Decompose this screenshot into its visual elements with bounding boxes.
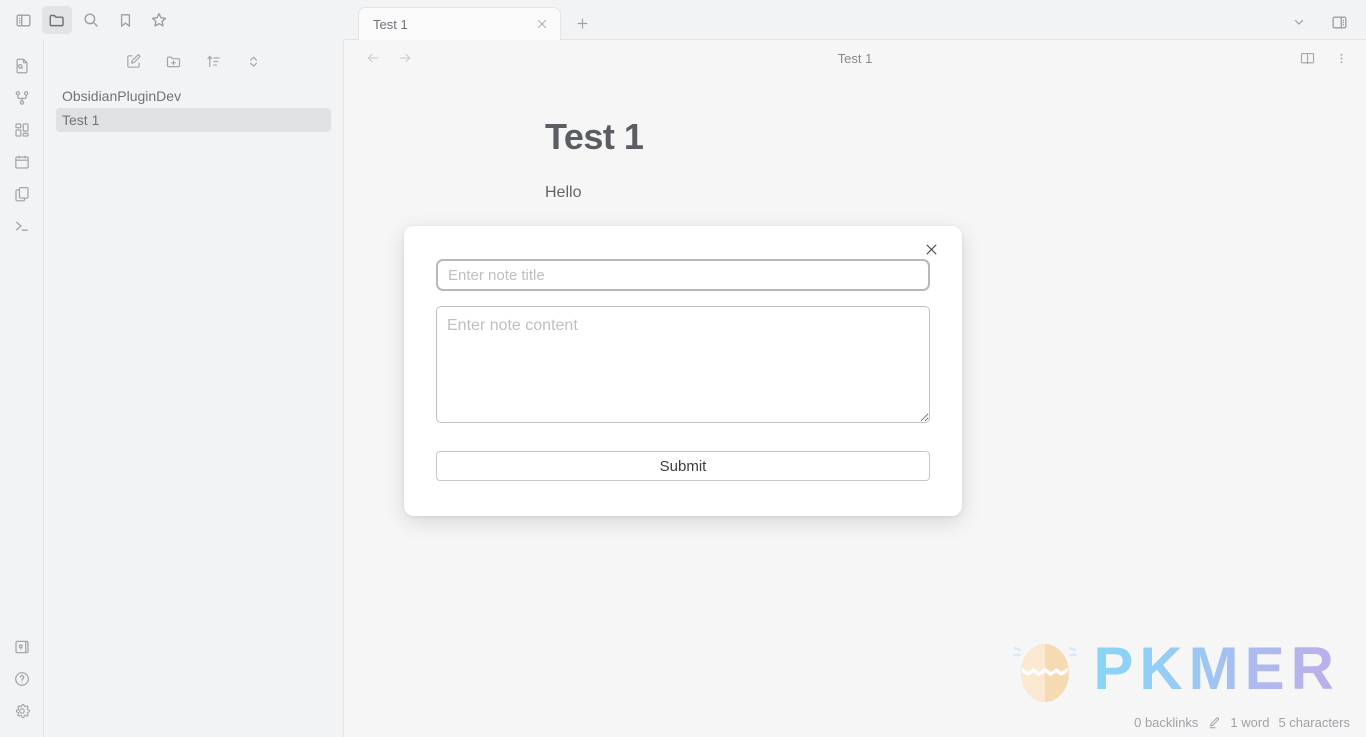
note-content-textarea[interactable] — [436, 306, 930, 423]
obsidian-app-window: Test 1 ObsidianPluginDev Test 1 Test 1 T… — [0, 0, 1366, 737]
create-note-modal: Submit — [404, 226, 962, 516]
modal-layer: Submit — [0, 0, 1366, 737]
submit-button[interactable]: Submit — [436, 451, 930, 481]
note-title-input[interactable] — [436, 259, 930, 291]
